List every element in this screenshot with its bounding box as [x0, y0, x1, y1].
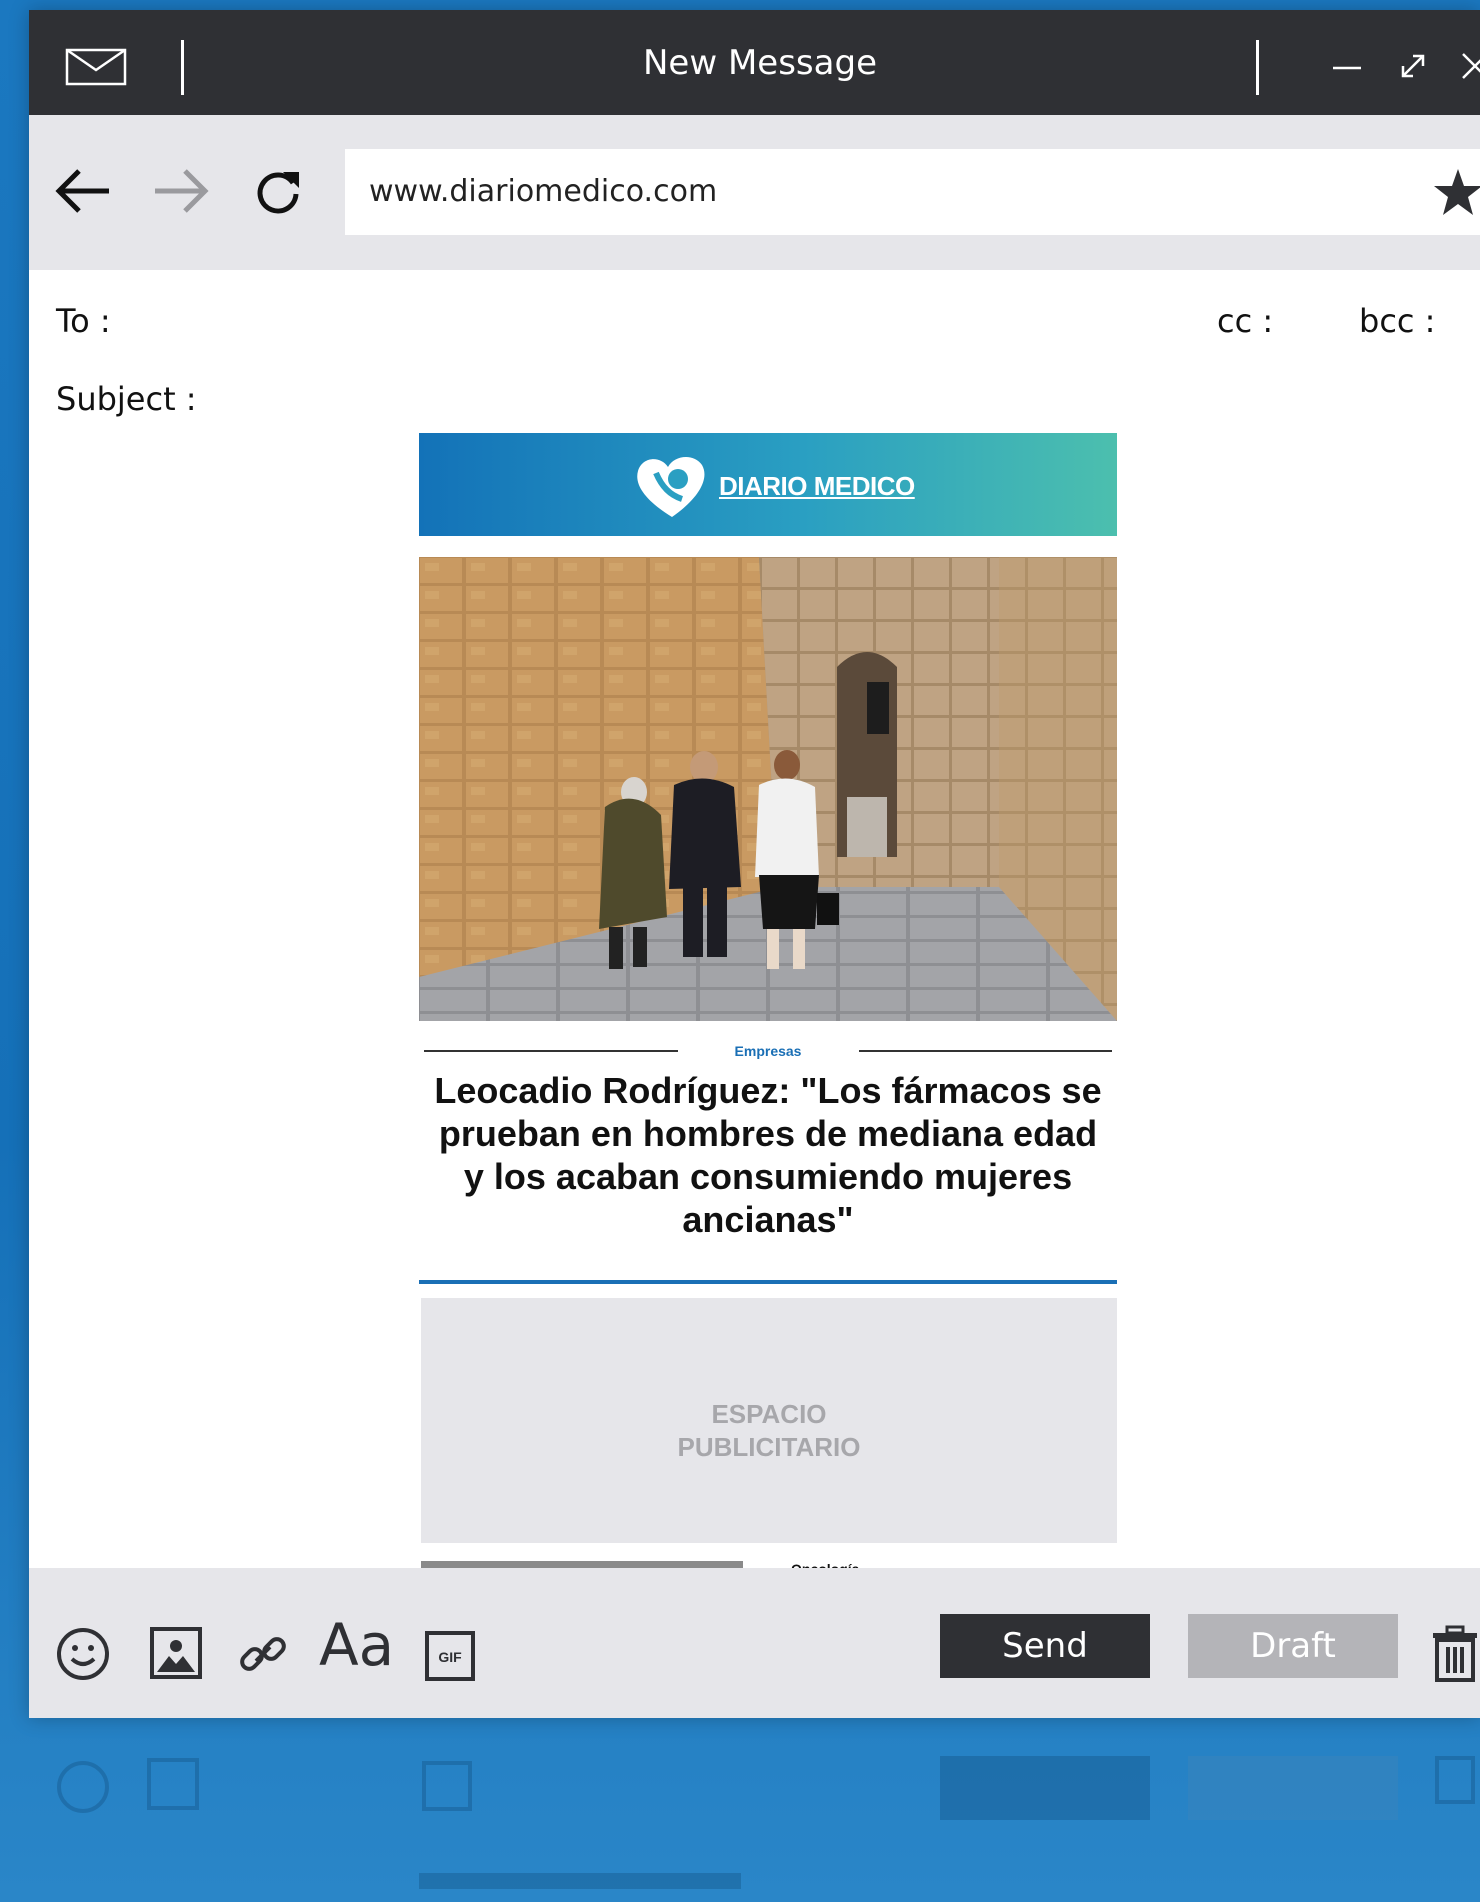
draft-button[interactable]: Draft [1188, 1614, 1398, 1678]
ad-text-line-1: ESPACIO [711, 1399, 827, 1429]
forward-arrow-icon[interactable] [151, 167, 211, 215]
trash-icon[interactable] [1431, 1625, 1479, 1683]
maximize-icon[interactable] [1397, 50, 1429, 82]
image-icon[interactable] [149, 1626, 203, 1680]
emoji-icon[interactable] [56, 1627, 110, 1681]
bcc-field-label[interactable]: bcc : [1359, 302, 1435, 340]
newsletter-banner: DIARIO MEDICO [419, 433, 1117, 536]
diario-medico-logo-icon [637, 456, 705, 517]
article-section[interactable]: Empresas [419, 1043, 1117, 1059]
title-separator-right [1256, 40, 1259, 95]
to-field-label[interactable]: To : [56, 302, 111, 340]
ad-text: ESPACIO PUBLICITARIO [421, 1398, 1117, 1464]
article-photo[interactable] [419, 557, 1117, 1021]
address-url: www.diariomedico.com [369, 174, 718, 209]
reload-icon[interactable] [253, 167, 303, 217]
bookmark-star-icon[interactable] [1432, 167, 1480, 219]
article-headline[interactable]: Leocadio Rodríguez: "Los fármacos se pru… [429, 1069, 1107, 1241]
minimize-icon[interactable] [1331, 50, 1363, 82]
headline-divider [419, 1280, 1117, 1284]
send-button[interactable]: Send [940, 1614, 1150, 1678]
address-bar[interactable]: www.diariomedico.com [345, 149, 1480, 235]
subject-field-label[interactable]: Subject : [56, 380, 197, 418]
title-bar: New Message [29, 10, 1480, 115]
ad-space: ESPACIO PUBLICITARIO [421, 1298, 1117, 1543]
compose-window: New Message www.diariomedico.com To: cc… [29, 10, 1480, 1718]
text-format-button[interactable]: Aa [319, 1616, 394, 1674]
close-icon[interactable] [1459, 50, 1480, 82]
link-icon[interactable] [235, 1626, 291, 1682]
gif-icon[interactable]: GIF [424, 1630, 476, 1682]
cc-field-label[interactable]: cc : [1217, 302, 1273, 340]
window-title: New Message [643, 43, 877, 83]
gif-icon-label: GIF [438, 1649, 462, 1665]
compose-toolbar: Aa GIF Send Draft [29, 1568, 1480, 1718]
toolbar-reflection [57, 1756, 1475, 1889]
back-arrow-icon[interactable] [53, 167, 113, 215]
ad-text-line-2: PUBLICITARIO [677, 1432, 861, 1462]
navigation-bar: www.diariomedico.com [29, 115, 1480, 270]
brand-name: DIARIO MEDICO [719, 471, 915, 501]
